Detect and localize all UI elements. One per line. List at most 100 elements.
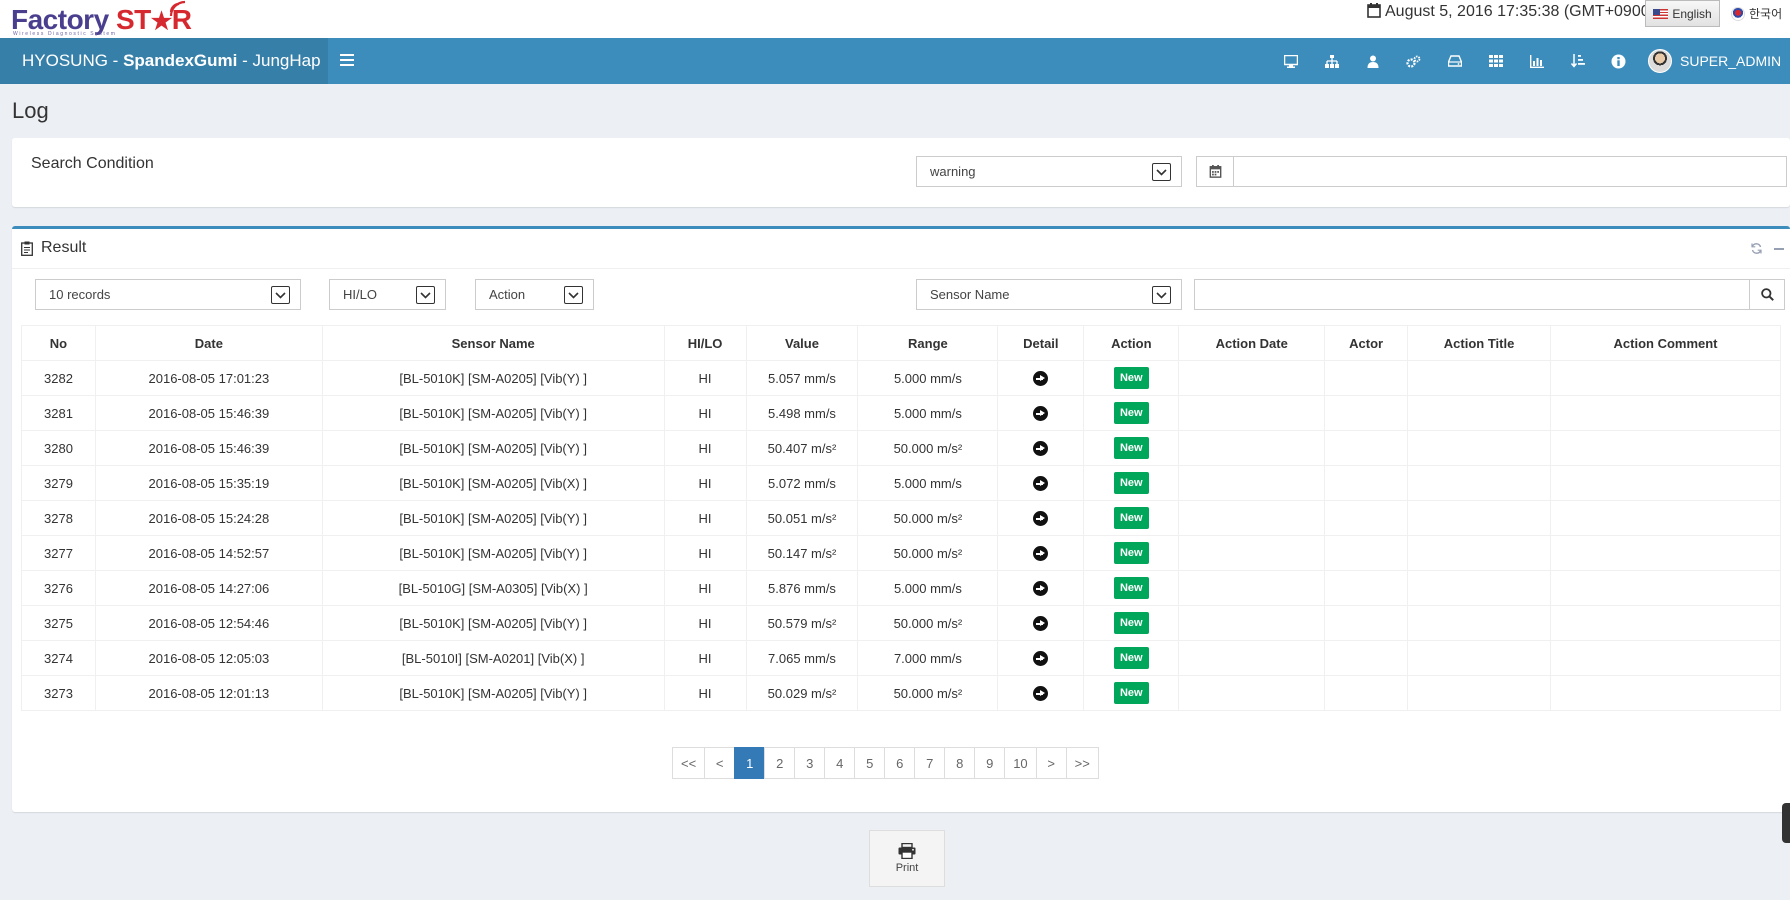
records-per-page-select[interactable]: 10 records bbox=[35, 279, 301, 310]
language-korean-button[interactable]: 한국어 bbox=[1727, 0, 1790, 27]
cell-detail bbox=[997, 360, 1085, 396]
table-row[interactable]: 3276 2016-08-05 14:27:06 [BL-5010G] [SM-… bbox=[21, 570, 1781, 606]
column-header-hilo[interactable]: HI/LO bbox=[663, 325, 747, 361]
table-row[interactable]: 3275 2016-08-05 12:54:46 [BL-5010K] [SM-… bbox=[21, 605, 1781, 641]
arrow-circle-right-icon[interactable] bbox=[1033, 651, 1049, 667]
page-3[interactable]: 3 bbox=[794, 747, 826, 779]
column-header-action-title[interactable]: Action Title bbox=[1407, 325, 1552, 361]
cell-action-date bbox=[1178, 500, 1326, 536]
column-header-actor[interactable]: Actor bbox=[1324, 325, 1409, 361]
calendar-button[interactable] bbox=[1196, 156, 1234, 187]
user-icon[interactable] bbox=[1352, 38, 1393, 84]
page-first[interactable]: << bbox=[672, 747, 706, 779]
page-prev[interactable]: < bbox=[704, 747, 736, 779]
cell-action-date bbox=[1178, 675, 1326, 711]
action-new-button[interactable]: New bbox=[1113, 647, 1149, 669]
arrow-circle-right-icon[interactable] bbox=[1033, 686, 1049, 702]
user-menu[interactable]: SUPER_ADMIN bbox=[1648, 38, 1781, 84]
action-new-button[interactable]: New bbox=[1113, 577, 1149, 599]
cell-actor bbox=[1324, 675, 1409, 711]
refresh-icon[interactable] bbox=[1751, 243, 1762, 254]
cell-action-comment bbox=[1550, 430, 1781, 466]
monitor-icon[interactable] bbox=[1270, 38, 1311, 84]
table-row[interactable]: 3274 2016-08-05 12:05:03 [BL-5010I] [SM-… bbox=[21, 640, 1781, 676]
action-new-button[interactable]: New bbox=[1113, 367, 1149, 389]
cell-range: 5.000 mm/s bbox=[857, 570, 999, 606]
column-header-action[interactable]: Action bbox=[1083, 325, 1180, 361]
cell-hilo: HI bbox=[663, 605, 747, 641]
page-1[interactable]: 1 bbox=[734, 747, 766, 779]
cell-detail bbox=[997, 500, 1085, 536]
cell-value: 5.498 mm/s bbox=[745, 395, 859, 431]
collapse-icon[interactable] bbox=[1774, 244, 1784, 254]
cell-value: 5.057 mm/s bbox=[745, 360, 859, 396]
column-header-value[interactable]: Value bbox=[745, 325, 859, 361]
bar-chart-icon[interactable] bbox=[1516, 38, 1557, 84]
action-filter-select[interactable]: Action bbox=[475, 279, 594, 310]
action-new-button[interactable]: New bbox=[1113, 507, 1149, 529]
date-range-input[interactable] bbox=[1233, 156, 1787, 187]
column-header-date[interactable]: Date bbox=[94, 325, 323, 361]
language-english-button[interactable]: English bbox=[1645, 0, 1720, 27]
page-5[interactable]: 5 bbox=[854, 747, 886, 779]
arrow-circle-right-icon[interactable] bbox=[1033, 371, 1049, 387]
page-4[interactable]: 4 bbox=[824, 747, 856, 779]
table-row[interactable]: 3282 2016-08-05 17:01:23 [BL-5010K] [SM-… bbox=[21, 360, 1781, 396]
print-button[interactable]: Print bbox=[869, 830, 945, 887]
page-9[interactable]: 9 bbox=[974, 747, 1006, 779]
column-header-sensor-name[interactable]: Sensor Name bbox=[321, 325, 665, 361]
arrow-circle-right-icon[interactable] bbox=[1033, 476, 1049, 492]
action-new-button[interactable]: New bbox=[1113, 472, 1149, 494]
sensor-filter-field-select[interactable]: Sensor Name bbox=[916, 279, 1182, 310]
table-row[interactable]: 3281 2016-08-05 15:46:39 [BL-5010K] [SM-… bbox=[21, 395, 1781, 431]
page-7[interactable]: 7 bbox=[914, 747, 946, 779]
hilo-filter-select[interactable]: HI/LO bbox=[329, 279, 446, 310]
arrow-circle-right-icon[interactable] bbox=[1033, 616, 1049, 632]
table-row[interactable]: 3280 2016-08-05 15:46:39 [BL-5010K] [SM-… bbox=[21, 430, 1781, 466]
column-header-action-comment[interactable]: Action Comment bbox=[1550, 325, 1781, 361]
page-10[interactable]: 10 bbox=[1004, 747, 1037, 779]
column-header-detail[interactable]: Detail bbox=[997, 325, 1085, 361]
log-type-select[interactable]: warning bbox=[916, 156, 1182, 187]
page-8[interactable]: 8 bbox=[944, 747, 976, 779]
grid-icon[interactable] bbox=[1475, 38, 1516, 84]
kr-flag-icon bbox=[1731, 6, 1745, 21]
table-row[interactable]: 3273 2016-08-05 12:01:13 [BL-5010K] [SM-… bbox=[21, 675, 1781, 711]
page-2[interactable]: 2 bbox=[764, 747, 796, 779]
sitemap-icon[interactable] bbox=[1311, 38, 1352, 84]
action-new-button[interactable]: New bbox=[1113, 542, 1149, 564]
column-header-range[interactable]: Range bbox=[857, 325, 999, 361]
table-row[interactable]: 3279 2016-08-05 15:35:19 [BL-5010K] [SM-… bbox=[21, 465, 1781, 501]
cell-range: 5.000 mm/s bbox=[857, 465, 999, 501]
arrow-circle-right-icon[interactable] bbox=[1033, 581, 1049, 597]
sensor-filter-input[interactable] bbox=[1194, 279, 1750, 310]
side-panel-handle[interactable] bbox=[1782, 803, 1790, 843]
gears-icon[interactable] bbox=[1393, 38, 1434, 84]
cell-hilo: HI bbox=[663, 570, 747, 606]
action-new-button[interactable]: New bbox=[1113, 402, 1149, 424]
brand-title[interactable]: HYOSUNG - SpandexGumi - JungHap bbox=[0, 38, 328, 84]
hdd-icon[interactable] bbox=[1434, 38, 1475, 84]
page-last[interactable]: >> bbox=[1065, 747, 1099, 779]
column-header-no[interactable]: No bbox=[21, 325, 96, 361]
arrow-circle-right-icon[interactable] bbox=[1033, 511, 1049, 527]
column-header-action-date[interactable]: Action Date bbox=[1178, 325, 1326, 361]
table-row[interactable]: 3277 2016-08-05 14:52:57 [BL-5010K] [SM-… bbox=[21, 535, 1781, 571]
page-next[interactable]: > bbox=[1035, 747, 1067, 779]
cell-value: 50.407 m/s² bbox=[745, 430, 859, 466]
sidebar-toggle-icon[interactable] bbox=[340, 53, 354, 67]
arrow-circle-right-icon[interactable] bbox=[1033, 546, 1049, 562]
arrow-circle-right-icon[interactable] bbox=[1033, 406, 1049, 422]
table-row[interactable]: 3278 2016-08-05 15:24:28 [BL-5010K] [SM-… bbox=[21, 500, 1781, 536]
arrow-circle-right-icon[interactable] bbox=[1033, 441, 1049, 457]
action-new-button[interactable]: New bbox=[1113, 612, 1149, 634]
page-6[interactable]: 6 bbox=[884, 747, 916, 779]
action-new-button[interactable]: New bbox=[1113, 682, 1149, 704]
cell-no: 3282 bbox=[21, 360, 96, 396]
sort-icon[interactable] bbox=[1557, 38, 1598, 84]
cell-date: 2016-08-05 12:05:03 bbox=[94, 640, 323, 676]
info-icon[interactable] bbox=[1598, 38, 1639, 84]
action-new-button[interactable]: New bbox=[1113, 437, 1149, 459]
logo[interactable]: Factory ST★R Wireless Diagnostic System bbox=[11, 0, 192, 38]
search-button[interactable] bbox=[1749, 279, 1785, 310]
